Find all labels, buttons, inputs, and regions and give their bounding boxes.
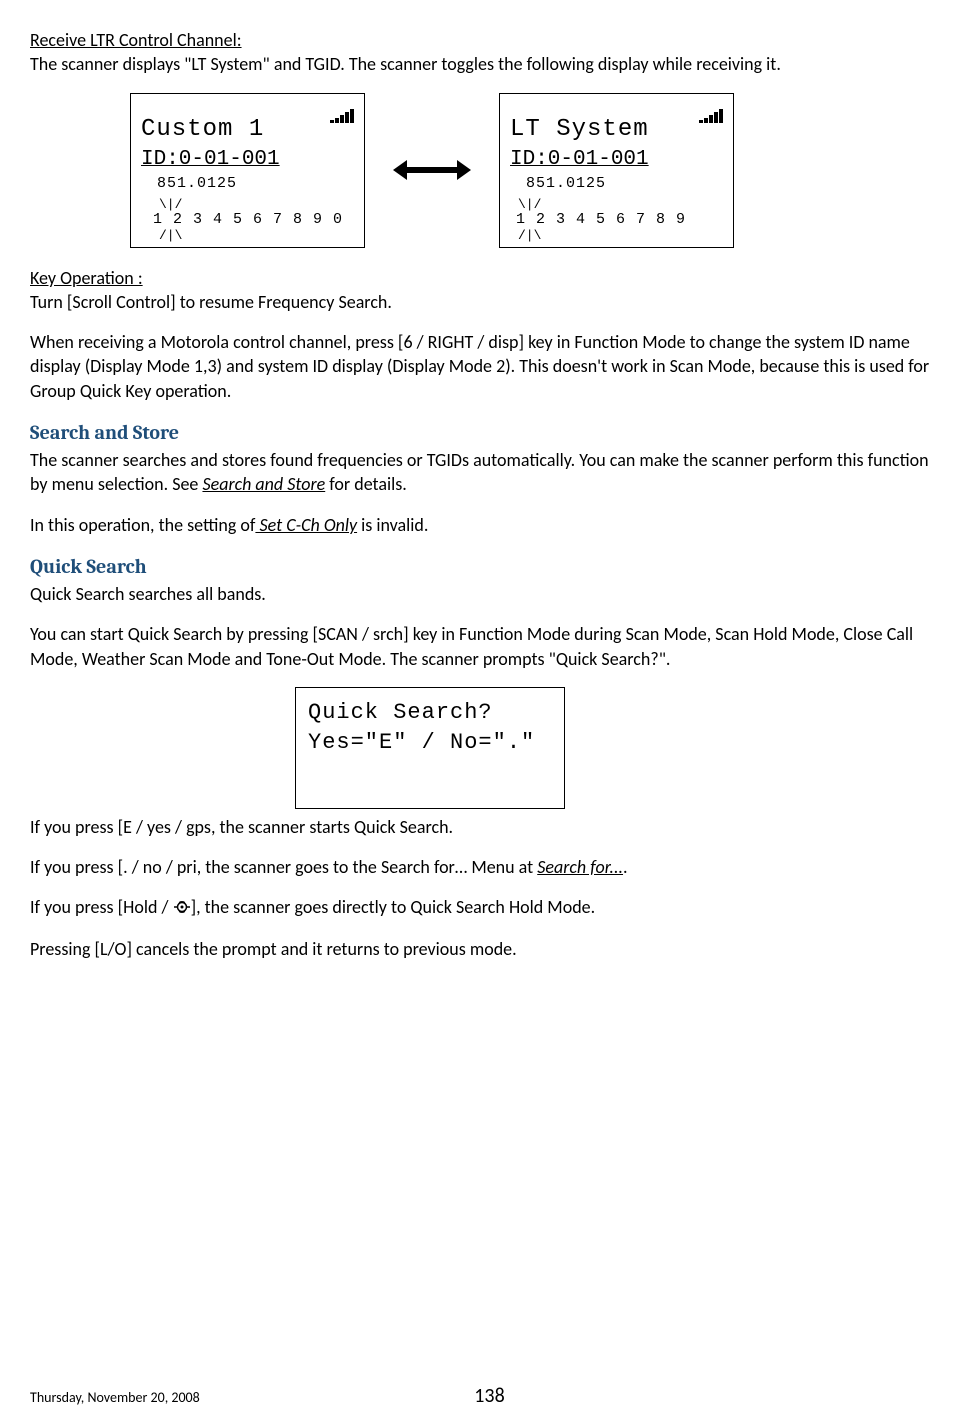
intro-paragraph: The scanner displays "LT System" and TGI… [30, 52, 949, 76]
link-set-c-ch-only[interactable]: Set C-Ch Only [255, 514, 357, 536]
antenna-icon-bottom: /|\ [159, 231, 354, 240]
link-search-and-store[interactable]: Search and Store [202, 473, 325, 495]
section-heading: Receive LTR Control Channel: [30, 28, 949, 52]
quick-search-p1: Quick Search searches all bands. [30, 582, 949, 606]
after-lcd-p4: Pressing [L/O] cancels the prompt and it… [30, 937, 949, 961]
lcd-id: ID:0-01-001 [141, 146, 354, 174]
text: If you press [Hold / [30, 896, 173, 918]
lcd-numbers: 1 2 3 4 5 6 7 8 9 [516, 210, 723, 230]
lcd-line-1: Quick Search? [308, 698, 552, 728]
search-store-p2: In this operation, the setting of Set C-… [30, 513, 949, 537]
lcd-freq: 851.0125 [157, 174, 354, 194]
text: ], the scanner goes directly to Quick Se… [191, 896, 596, 918]
antenna-icon-top: \|/ [159, 199, 354, 211]
display-row: Custom 1 ID:0-01-001 851.0125 \|/ 1 2 3 … [130, 93, 949, 248]
lcd-display-custom: Custom 1 ID:0-01-001 851.0125 \|/ 1 2 3 … [130, 93, 365, 248]
signal-icon [698, 99, 723, 123]
after-lcd-p3: If you press [Hold / ], the scanner goes… [30, 895, 949, 921]
text: . [623, 856, 628, 878]
text: is invalid. [357, 514, 428, 536]
search-store-title: Search and Store [30, 419, 949, 446]
antenna-icon-top: \|/ [518, 199, 723, 211]
lcd-numbers: 1 2 3 4 5 6 7 8 9 0 [153, 210, 354, 230]
lcd-title: Custom 1 [141, 114, 354, 146]
motorola-paragraph: When receiving a Motorola control channe… [30, 330, 949, 403]
link-search-for[interactable]: Search for... [537, 856, 623, 878]
quick-search-title: Quick Search [30, 553, 949, 580]
lcd-display-quick-search: Quick Search? Yes="E" / No="." [295, 687, 565, 809]
lcd-line-2: Yes="E" / No="." [308, 728, 552, 758]
footer: Thursday, November 20, 2008 138 [30, 1389, 949, 1408]
lcd-id: ID:0-01-001 [510, 146, 723, 174]
double-arrow-icon [393, 160, 471, 180]
keyop-heading: Key Operation : [30, 266, 949, 290]
after-lcd-p1: If you press [E / yes / gps, the scanner… [30, 815, 949, 839]
signal-icon [329, 99, 354, 123]
lcd-display-lt-system: LT System ID:0-01-001 851.0125 \|/ 1 2 3… [499, 93, 734, 248]
text: If you press [. / no / pri, the scanner … [30, 856, 537, 878]
lcd-freq: 851.0125 [526, 174, 723, 194]
antenna-icon-bottom: /|\ [518, 231, 723, 240]
after-lcd-p2: If you press [. / no / pri, the scanner … [30, 855, 949, 879]
search-store-p1: The scanner searches and stores found fr… [30, 448, 949, 497]
text: The scanner searches and stores found fr… [30, 449, 929, 495]
text: In this operation, the setting of [30, 514, 255, 536]
text: for details. [325, 473, 407, 495]
quick-search-p2: You can start Quick Search by pressing [… [30, 622, 949, 671]
keyop-paragraph: Turn [Scroll Control] to resume Frequenc… [30, 290, 949, 314]
close-call-icon [173, 897, 191, 921]
lcd-title: LT System [510, 114, 723, 146]
footer-date: Thursday, November 20, 2008 [30, 1389, 200, 1408]
footer-page: 138 [474, 1383, 504, 1410]
